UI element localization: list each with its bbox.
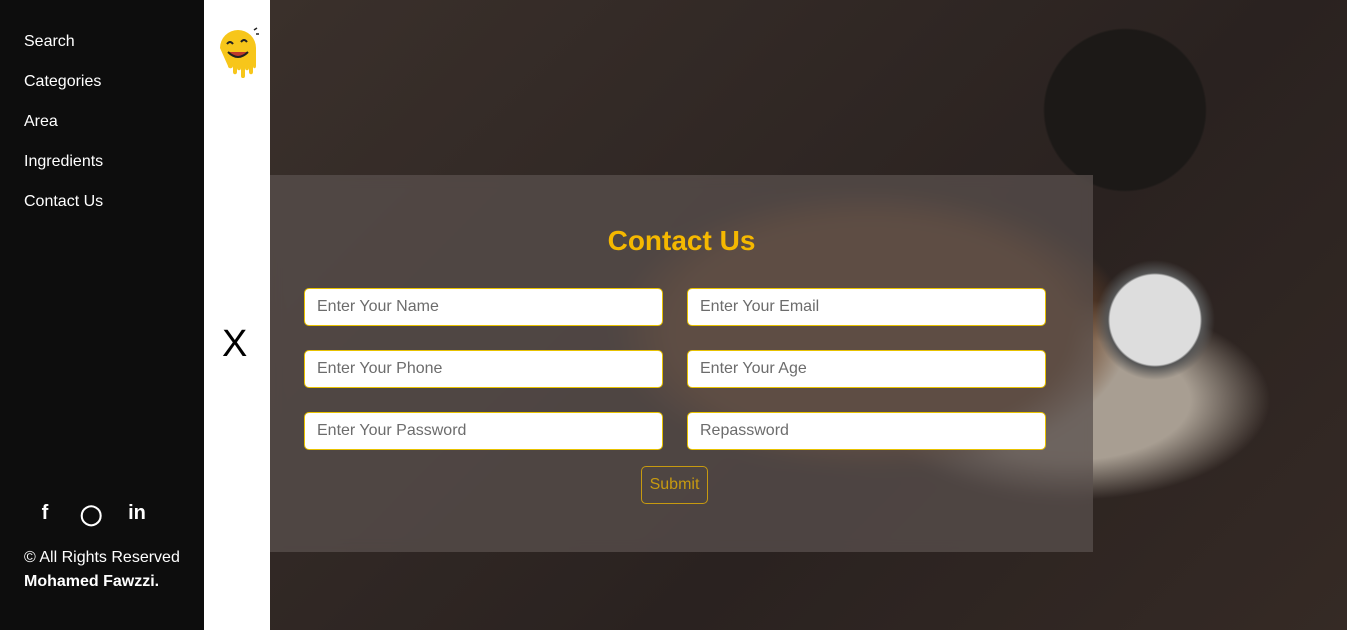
nav-categories[interactable]: Categories <box>24 72 180 112</box>
copyright-text: © All Rights Reserved <box>24 549 180 566</box>
github-icon[interactable]: ◯ <box>80 502 102 527</box>
password-input[interactable] <box>304 412 663 450</box>
author-name: Mohamed Fawzzi. <box>24 573 160 590</box>
facebook-icon[interactable]: f <box>34 502 56 527</box>
name-input[interactable] <box>304 288 663 326</box>
phone-input[interactable] <box>304 350 663 388</box>
sidebar-nav: Search Categories Area Ingredients Conta… <box>0 0 204 264</box>
page-title: Contact Us <box>607 225 756 256</box>
linkedin-icon[interactable]: in <box>126 502 148 527</box>
close-icon[interactable]: X <box>222 325 247 363</box>
copyright: © All Rights Reserved Mohamed Fawzzi. <box>24 546 180 594</box>
submit-button[interactable]: Submit <box>641 466 708 504</box>
social-links: f ◯ in <box>34 502 148 527</box>
sidebar-toggle-strip: X <box>204 0 270 630</box>
nav-ingredients[interactable]: Ingredients <box>24 152 180 192</box>
nav-search[interactable]: Search <box>24 32 180 72</box>
nav-area[interactable]: Area <box>24 112 180 152</box>
nav-contact-us[interactable]: Contact Us <box>24 192 180 232</box>
contact-form-panel: Contact Us Submit <box>270 175 1093 552</box>
age-input[interactable] <box>687 350 1046 388</box>
smiley-logo-icon[interactable] <box>216 26 260 78</box>
email-input[interactable] <box>687 288 1046 326</box>
repassword-input[interactable] <box>687 412 1046 450</box>
sidebar: Search Categories Area Ingredients Conta… <box>0 0 204 630</box>
